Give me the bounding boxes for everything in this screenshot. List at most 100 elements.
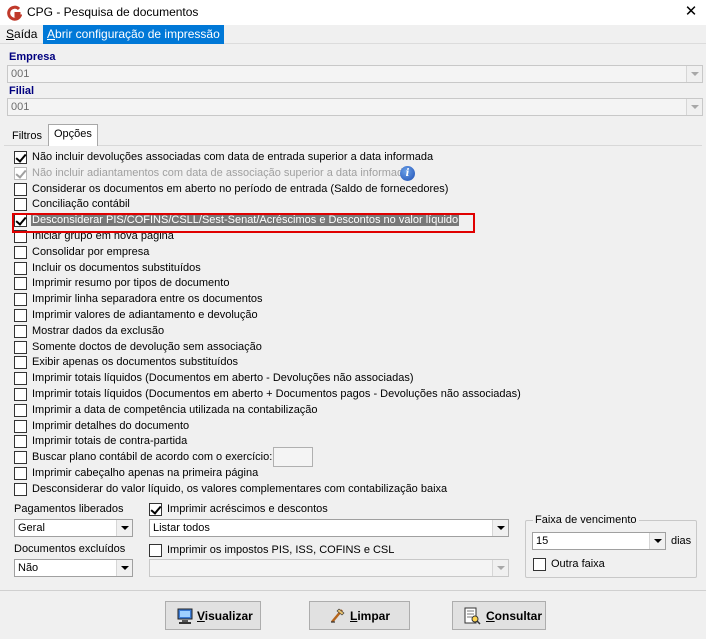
documentos-excluidos-select[interactable]: Não <box>14 559 133 577</box>
option-checkbox[interactable] <box>14 404 27 417</box>
option-label: Imprimir linha separadora entre os docum… <box>32 293 263 305</box>
option-checkbox[interactable] <box>14 372 27 385</box>
tab-opcoes[interactable]: Opções <box>48 124 98 146</box>
outra-faixa-checkbox[interactable] <box>533 558 546 571</box>
option-label: Mostrar dados da exclusão <box>32 325 165 337</box>
info-icon[interactable]: i <box>400 166 415 181</box>
option-row[interactable]: Imprimir detalhes do documento <box>14 419 654 434</box>
option-label: Somente doctos de devolução sem associaç… <box>32 341 262 353</box>
option-checkbox[interactable] <box>14 277 27 290</box>
option-checkbox[interactable] <box>14 341 27 354</box>
option-row[interactable]: Considerar os documentos em aberto no pe… <box>14 182 654 197</box>
option-row[interactable]: Incluir os documentos substituídos <box>14 261 654 276</box>
acrescimos-checkbox[interactable] <box>149 503 162 516</box>
monitor-icon <box>177 608 193 624</box>
option-row[interactable]: Conciliação contábil <box>14 197 654 212</box>
option-row[interactable]: Imprimir cabeçalho apenas na primeira pá… <box>14 466 654 481</box>
option-row[interactable]: Não incluir devoluções associadas com da… <box>14 150 654 165</box>
menu-bar: Saída Abrir configuração de impressão <box>0 25 706 44</box>
option-checkbox[interactable] <box>14 356 27 369</box>
faixa-vencimento-select[interactable]: 15 <box>532 532 666 550</box>
pagamentos-liberados-value: Geral <box>18 522 45 534</box>
chevron-down-icon <box>492 520 508 536</box>
option-row[interactable]: Mostrar dados da exclusão <box>14 324 654 339</box>
acrescimos-option[interactable]: Imprimir acréscimos e descontos <box>149 502 509 517</box>
option-checkbox[interactable] <box>14 483 27 496</box>
option-label: Não incluir adiantamentos com data de as… <box>32 167 410 179</box>
option-row[interactable]: Somente doctos de devolução sem associaç… <box>14 340 654 355</box>
option-row[interactable]: Imprimir totais de contra-partida <box>14 434 654 449</box>
chevron-down-icon <box>686 99 702 115</box>
menu-saida-accel: S <box>6 27 15 41</box>
visualizar-button[interactable]: Visualizar <box>165 601 261 630</box>
chevron-down-icon <box>116 560 132 576</box>
menu-abrir-accel: A <box>47 27 56 41</box>
option-row[interactable]: Imprimir valores de adiantamento e devol… <box>14 308 654 323</box>
limpar-label: Limpar <box>350 609 391 623</box>
impostos-select[interactable] <box>149 559 509 577</box>
pagamentos-liberados-label: Pagamentos liberados <box>14 503 124 515</box>
option-checkbox[interactable] <box>14 293 27 306</box>
acrescimos-value: Listar todos <box>153 522 210 534</box>
option-checkbox[interactable] <box>14 325 27 338</box>
filial-select[interactable]: 001 <box>7 98 703 116</box>
option-checkbox[interactable] <box>14 198 27 211</box>
eraser-icon <box>331 608 345 623</box>
pagamentos-liberados-select[interactable]: Geral <box>14 519 133 537</box>
option-row[interactable]: Desconsiderar do valor líquido, os valor… <box>14 482 654 497</box>
option-row[interactable]: Exibir apenas os documentos substituídos <box>14 355 654 370</box>
outra-faixa-option[interactable]: Outra faixa <box>533 557 633 572</box>
limpar-button[interactable]: Limpar <box>309 601 410 630</box>
option-checkbox[interactable] <box>14 167 27 180</box>
option-checkbox[interactable] <box>14 467 27 480</box>
tab-filtros[interactable]: Filtros <box>6 126 48 146</box>
option-checkbox[interactable] <box>14 420 27 433</box>
faixa-vencimento-title: Faixa de vencimento <box>533 514 639 526</box>
documentos-excluidos-value: Não <box>18 562 39 574</box>
app-logo-icon <box>7 5 22 21</box>
option-row[interactable]: Imprimir resumo por tipos de documento <box>14 276 654 291</box>
option-checkbox[interactable] <box>14 151 27 164</box>
option-label: Consolidar por empresa <box>32 246 150 258</box>
consultar-label: Consultar <box>486 609 543 623</box>
option-row[interactable]: Imprimir a data de competência utilizada… <box>14 403 654 418</box>
option-label: Considerar os documentos em aberto no pe… <box>32 183 449 195</box>
option-checkbox[interactable] <box>14 451 27 464</box>
option-label: Desconsiderar do valor líquido, os valor… <box>32 483 448 495</box>
option-checkbox[interactable] <box>14 435 27 448</box>
option-checkbox[interactable] <box>14 183 27 196</box>
option-label: Buscar plano contábil de acordo com o ex… <box>32 451 273 463</box>
highlight-annotation <box>12 213 475 233</box>
option-row[interactable]: Buscar plano contábil de acordo com o ex… <box>14 447 654 467</box>
option-label: Imprimir cabeçalho apenas na primeira pá… <box>32 467 259 479</box>
option-checkbox[interactable] <box>14 388 27 401</box>
chevron-down-icon <box>116 520 132 536</box>
option-row[interactable]: Imprimir totais líquidos (Documentos em … <box>14 387 654 402</box>
menu-saida-rest: aída <box>14 27 38 41</box>
option-label: Imprimir valores de adiantamento e devol… <box>32 309 258 321</box>
acrescimos-select[interactable]: Listar todos <box>149 519 509 537</box>
visualizar-label: Visualizar <box>197 609 253 623</box>
option-checkbox[interactable] <box>14 246 27 259</box>
option-row[interactable]: Não incluir adiantamentos com data de as… <box>14 166 654 181</box>
impostos-checkbox[interactable] <box>149 544 162 557</box>
option-label: Incluir os documentos substituídos <box>32 262 201 274</box>
impostos-option[interactable]: Imprimir os impostos PIS, ISS, COFINS e … <box>149 543 509 558</box>
empresa-select[interactable]: 001 <box>7 65 703 83</box>
option-label: Imprimir totais de contra-partida <box>32 435 188 447</box>
menu-saida[interactable]: Saída <box>2 25 41 44</box>
option-row[interactable]: Imprimir totais líquidos (Documentos em … <box>14 371 654 386</box>
exercicio-input[interactable] <box>273 447 313 467</box>
empresa-value: 001 <box>11 68 30 80</box>
option-label: Exibir apenas os documentos substituídos <box>32 356 239 368</box>
menu-abrir-config-impressao[interactable]: Abrir configuração de impressão <box>43 25 224 44</box>
chevron-down-icon <box>686 66 702 82</box>
option-row[interactable]: Imprimir linha separadora entre os docum… <box>14 292 654 307</box>
chevron-down-icon <box>649 533 665 549</box>
option-row[interactable]: Consolidar por empresa <box>14 245 654 260</box>
consultar-button[interactable]: Consultar <box>452 601 546 630</box>
option-checkbox[interactable] <box>14 262 27 275</box>
close-icon[interactable]: ✕ <box>681 2 701 22</box>
empresa-label: Empresa <box>9 51 56 63</box>
option-checkbox[interactable] <box>14 309 27 322</box>
